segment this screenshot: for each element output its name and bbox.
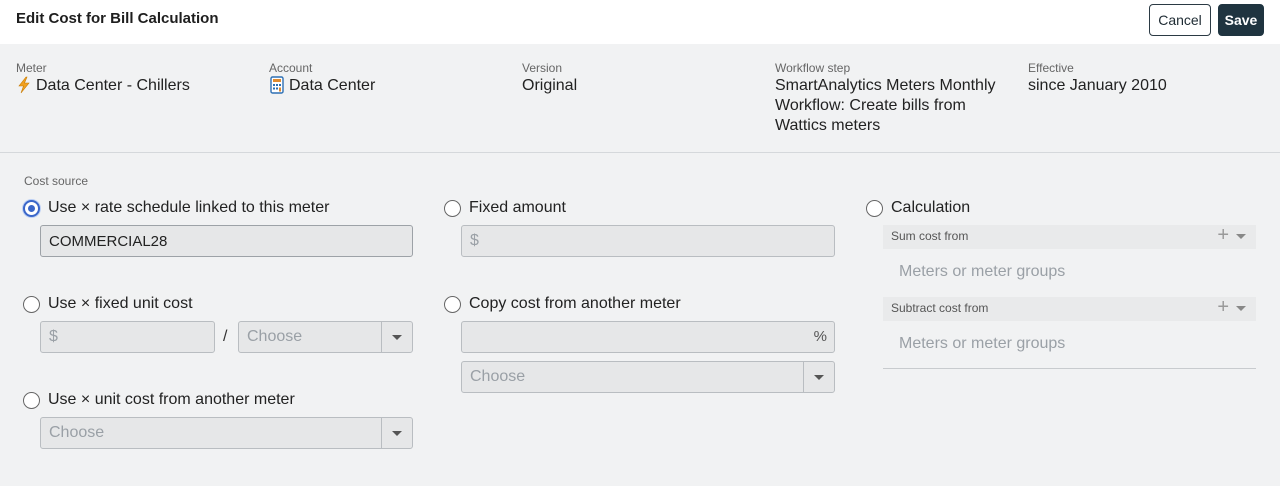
chevron-down-icon [392,335,402,340]
subtract-cost-placeholder[interactable]: Meters or meter groups [899,335,1065,353]
effective-label: Effective [1028,61,1074,75]
chevron-down-icon[interactable] [1236,306,1246,311]
calculation-radio[interactable]: Calculation [866,199,970,217]
save-button[interactable]: Save [1218,4,1264,36]
calculation-divider [883,368,1256,369]
radio-icon [444,199,461,217]
copy-meter-placeholder: Choose [470,368,526,385]
chevron-down-icon [392,431,402,436]
dialog-header: Edit Cost for Bill Calculation Cancel Sa… [0,0,1280,44]
effective-info: Effective since January 2010 [1028,61,1167,96]
meter-info: Meter Data Center - Chillers [16,61,190,96]
dialog-title: Edit Cost for Bill Calculation [16,10,219,27]
lightning-meter-icon [16,76,32,94]
fixed-amount-label: Fixed amount [469,199,566,216]
fixed-unit-cost-radio[interactable]: Use × fixed unit cost [23,295,193,313]
per-separator: / [223,328,228,345]
calculation-label: Calculation [891,199,971,216]
workflow-label: Workflow step [775,61,851,75]
fixed-amount-input[interactable]: $ [461,225,835,257]
copy-meter-select[interactable]: Choose [461,361,835,393]
rate-schedule-field[interactable]: COMMERCIAL28 [40,225,413,257]
add-icon[interactable]: + [1217,297,1229,317]
account-info: Account Data Center [269,61,375,96]
calculator-icon [269,76,285,94]
unit-cost-input[interactable]: $ [40,321,215,353]
chevron-down-icon[interactable] [1236,234,1246,239]
workflow-value: SmartAnalytics Meters Monthly Workflow: … [775,77,996,134]
fixed-unit-cost-label: Use × fixed unit cost [48,295,193,312]
unit-cost-other-radio[interactable]: Use × unit cost from another meter [23,391,295,409]
sum-cost-placeholder[interactable]: Meters or meter groups [899,263,1065,281]
subtract-cost-header: Subtract cost from + [883,297,1256,321]
version-value: Original [522,77,578,94]
cancel-button[interactable]: Cancel [1149,4,1211,36]
sum-cost-label: Sum cost from [891,229,969,243]
radio-icon [866,199,883,217]
fixed-amount-radio[interactable]: Fixed amount [444,199,566,217]
radio-icon [23,295,40,313]
copy-percent-input[interactable]: % [461,321,835,353]
radio-selected-icon [23,199,40,217]
version-label: Version [522,61,563,75]
select-divider [381,418,382,448]
meter-value[interactable]: Data Center - Chillers [36,76,190,96]
account-label: Account [269,61,313,75]
unit-select[interactable]: Choose [238,321,413,353]
sum-cost-header: Sum cost from + [883,225,1256,249]
cost-source-label: Cost source [24,174,89,188]
effective-value: since January 2010 [1028,77,1167,94]
unit-select-placeholder: Choose [247,328,303,345]
rate-schedule-radio[interactable]: Use × rate schedule linked to this meter [23,199,329,217]
account-value[interactable]: Data Center [289,76,375,96]
percent-suffix: % [813,328,827,345]
subtract-cost-label: Subtract cost from [891,301,989,315]
select-divider [381,322,382,352]
rate-schedule-label: Use × rate schedule linked to this meter [48,199,330,216]
chevron-down-icon [814,375,824,380]
summary-panel: Meter Data Center - Chillers Account Dat… [0,44,1280,153]
copy-cost-label: Copy cost from another meter [469,295,681,312]
select-divider [803,362,804,392]
meter-label: Meter [16,61,47,75]
other-meter-select[interactable]: Choose [40,417,413,449]
radio-icon [444,295,461,313]
version-info: Version Original [522,61,577,96]
copy-cost-radio[interactable]: Copy cost from another meter [444,295,681,313]
add-icon[interactable]: + [1217,225,1229,245]
other-meter-placeholder: Choose [49,424,105,441]
radio-icon [23,391,40,409]
unit-cost-other-label: Use × unit cost from another meter [48,391,295,408]
workflow-info: Workflow step SmartAnalytics Meters Mont… [775,61,1015,136]
